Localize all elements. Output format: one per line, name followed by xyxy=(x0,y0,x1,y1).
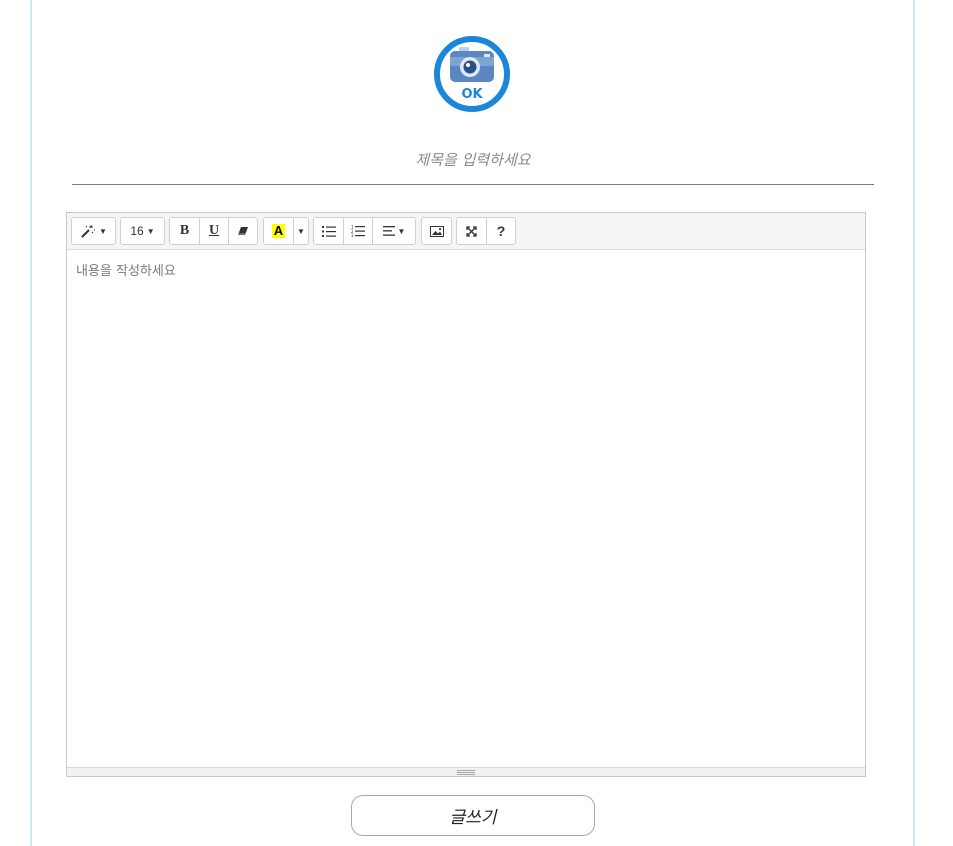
font-size-group: 16 ▼ xyxy=(120,217,165,245)
camera-ok-logo-icon: OK xyxy=(434,36,510,112)
eraser-icon xyxy=(238,227,248,235)
fullscreen-button[interactable] xyxy=(456,217,487,245)
picture-icon xyxy=(429,225,444,237)
unordered-list-icon xyxy=(321,225,336,237)
chevron-down-icon: ▼ xyxy=(297,226,305,236)
ordered-list-button[interactable]: 1 2 3 xyxy=(343,217,373,245)
editor-toolbar: ▼ 16 ▼ B U A ▼ 1 2 3 ▼ ? xyxy=(67,213,865,250)
font-size-dropdown[interactable]: 16 ▼ xyxy=(120,217,165,245)
write-post-button[interactable]: 글쓰기 xyxy=(351,795,595,836)
rich-text-editor: ▼ 16 ▼ B U A ▼ 1 2 3 ▼ ? 내용을 작성하세요 xyxy=(66,212,866,777)
view-group: ? xyxy=(456,217,516,245)
ordered-list-icon: 1 2 3 xyxy=(351,225,365,237)
underline-button[interactable]: U xyxy=(199,217,229,245)
style-group: ▼ xyxy=(71,217,116,245)
unordered-list-button[interactable] xyxy=(313,217,344,245)
insert-group xyxy=(421,217,452,245)
paragraph-group: 1 2 3 ▼ xyxy=(313,217,416,245)
font-size-value: 16 xyxy=(130,224,144,238)
highlight-a-icon: A xyxy=(271,223,286,238)
title-field xyxy=(72,141,874,185)
chevron-down-icon: ▼ xyxy=(99,226,107,236)
chevron-down-icon: ▼ xyxy=(397,226,406,236)
editor-resize-handle[interactable] xyxy=(67,767,865,776)
align-left-icon xyxy=(382,226,395,236)
editor-content-area[interactable]: 내용을 작성하세요 xyxy=(67,250,865,767)
font-style-group: B U xyxy=(169,217,258,245)
grip-icon xyxy=(457,770,475,775)
align-dropdown-button[interactable]: ▼ xyxy=(372,217,416,245)
fullscreen-icon xyxy=(466,225,477,237)
help-button[interactable]: ? xyxy=(486,217,516,245)
color-group: A ▼ xyxy=(263,217,309,245)
magic-wand-icon xyxy=(81,225,96,238)
svg-text:3: 3 xyxy=(351,233,354,237)
bold-button[interactable]: B xyxy=(169,217,200,245)
clear-format-button[interactable] xyxy=(228,217,258,245)
editor-placeholder: 내용을 작성하세요 xyxy=(76,264,176,279)
insert-picture-button[interactable] xyxy=(421,217,452,245)
highlight-color-button[interactable]: A xyxy=(263,217,294,245)
style-dropdown-button[interactable]: ▼ xyxy=(71,217,116,245)
chevron-down-icon: ▼ xyxy=(146,226,155,236)
title-input[interactable] xyxy=(72,141,874,184)
svg-text:OK: OK xyxy=(461,87,483,102)
color-dropdown-button[interactable]: ▼ xyxy=(293,217,309,245)
